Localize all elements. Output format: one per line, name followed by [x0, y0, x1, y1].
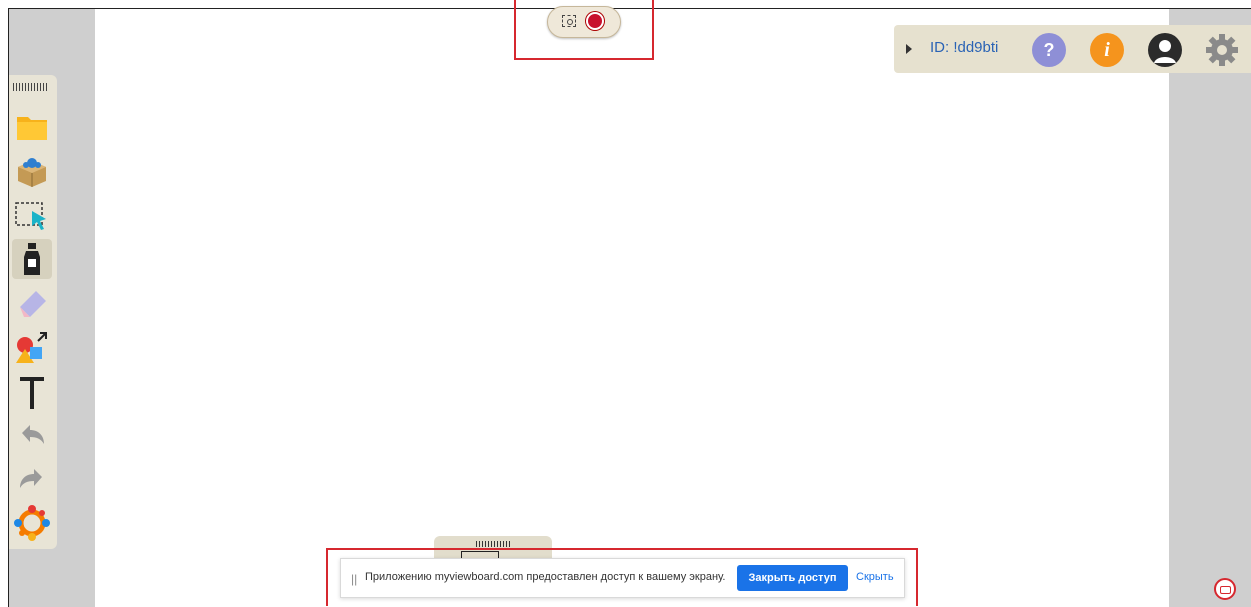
settings-button[interactable]: [1204, 32, 1240, 68]
eraser-icon[interactable]: [12, 283, 52, 323]
recording-indicator-icon[interactable]: [1214, 578, 1236, 600]
room-id[interactable]: ID: !dd9bti: [930, 39, 998, 56]
text-tool-icon[interactable]: [12, 371, 52, 411]
marker-icon[interactable]: [12, 239, 52, 279]
gear-icon: [1206, 34, 1238, 66]
toolbar-drag-handle[interactable]: [13, 83, 47, 91]
folder-icon[interactable]: [12, 107, 52, 147]
whiteboard-canvas[interactable]: [95, 9, 1169, 607]
undo-icon[interactable]: [12, 415, 52, 455]
box-icon[interactable]: [12, 151, 52, 191]
stop-sharing-button[interactable]: Закрыть доступ: [737, 565, 848, 591]
record-dot-icon[interactable]: [586, 12, 604, 30]
mini-toolbar-drag-handle[interactable]: [476, 541, 510, 547]
info-button[interactable]: i: [1090, 33, 1124, 67]
left-toolbar: [9, 75, 57, 549]
right-margin: [1169, 9, 1251, 607]
help-button[interactable]: ?: [1032, 33, 1066, 67]
screen-share-notification: || Приложению myviewboard.com предоставл…: [340, 558, 905, 598]
participants-icon[interactable]: [12, 503, 52, 543]
app-window: ID: !dd9bti ? i: [8, 8, 1251, 607]
selection-cursor-icon[interactable]: [12, 195, 52, 235]
hide-link[interactable]: Скрыть: [856, 571, 894, 583]
account-button[interactable]: [1148, 33, 1182, 67]
expand-icon[interactable]: [906, 44, 912, 54]
shapes-icon[interactable]: [12, 327, 52, 367]
record-widget: [547, 6, 621, 38]
redo-icon[interactable]: [12, 459, 52, 499]
drag-handle[interactable]: ||: [351, 572, 357, 586]
share-message: Приложению myviewboard.com предоставлен …: [365, 571, 726, 583]
user-icon: [1154, 40, 1176, 63]
session-bar: ID: !dd9bti ? i: [894, 25, 1251, 73]
camera-capture-icon[interactable]: [562, 15, 576, 27]
